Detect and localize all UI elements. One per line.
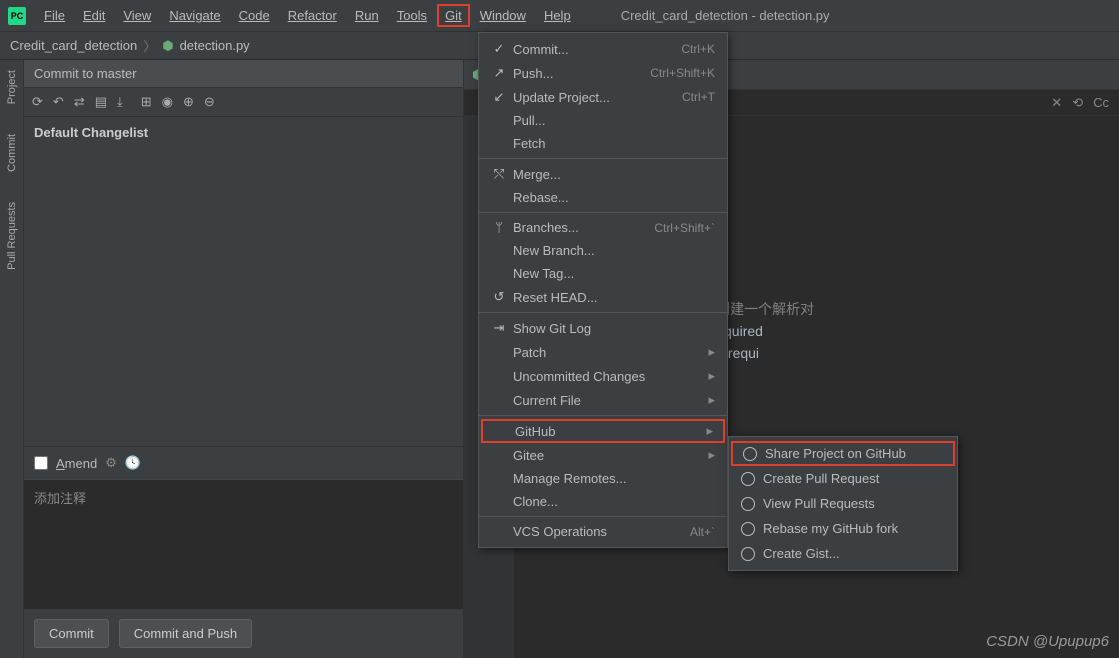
git-menu-pull-[interactable]: Pull... [479, 109, 727, 132]
github-view-pull-requests[interactable]: View Pull Requests [729, 491, 957, 516]
github-icon [743, 447, 757, 461]
github-submenu: Share Project on GitHubCreate Pull Reque… [728, 436, 958, 571]
menu-view[interactable]: View [115, 4, 159, 27]
rollback-icon[interactable]: ↶ [53, 94, 64, 110]
git-menu-gitee[interactable]: Gitee▸ [479, 443, 727, 467]
commit-button[interactable]: Commit [34, 619, 109, 648]
git-menu-reset-head-[interactable]: ↺Reset HEAD... [479, 285, 727, 309]
menu-icon: ⇥ [491, 320, 507, 336]
shelve-icon[interactable]: ⤓ [117, 94, 123, 110]
submenu-arrow-icon: ▸ [708, 392, 715, 408]
amend-checkbox[interactable] [34, 456, 48, 470]
git-menu-new-tag-[interactable]: New Tag... [479, 262, 727, 285]
gear-icon[interactable]: ⚙ [105, 455, 117, 471]
submenu-arrow-icon: ▸ [708, 368, 715, 384]
github-rebase-my-github-fork[interactable]: Rebase my GitHub fork [729, 516, 957, 541]
menu-run[interactable]: Run [347, 4, 387, 27]
git-menu-update-project-[interactable]: ↙Update Project...Ctrl+T [479, 85, 727, 109]
git-menu-clone-[interactable]: Clone... [479, 490, 727, 513]
expand-icon[interactable]: ⊕ [183, 94, 194, 110]
git-menu-new-branch-[interactable]: New Branch... [479, 239, 727, 262]
pycharm-logo-icon: PC [8, 7, 26, 25]
github-create-pull-request[interactable]: Create Pull Request [729, 466, 957, 491]
commit-toolbar: ⟳ ↶ ⇄ ▤ ⤓ ⊞ ◉ ⊕ ⊖ [24, 88, 463, 117]
history-icon[interactable]: 🕓 [125, 455, 141, 471]
github-icon [741, 497, 755, 511]
github-icon [741, 472, 755, 486]
watermark: CSDN @Upupup6 [986, 633, 1109, 650]
git-menu-branches-[interactable]: ᛘBranches...Ctrl+Shift+` [479, 216, 727, 239]
git-menu-fetch[interactable]: Fetch [479, 132, 727, 155]
diff-icon[interactable]: ⇄ [74, 94, 85, 110]
tool-commit[interactable]: Commit [6, 134, 18, 172]
match-case-button[interactable]: Cc [1093, 95, 1109, 110]
submenu-arrow-icon: ▸ [708, 447, 715, 463]
submenu-arrow-icon: ▸ [708, 344, 715, 360]
menu-window[interactable]: Window [472, 4, 534, 27]
menu-icon: ✓ [491, 41, 507, 57]
git-menu-dropdown: ✓Commit...Ctrl+K↗Push...Ctrl+Shift+K↙Upd… [478, 32, 728, 548]
menu-icon: ⤲ [491, 166, 507, 182]
git-menu-patch[interactable]: Patch▸ [479, 340, 727, 364]
commit-message-input[interactable]: 添加注释 [24, 479, 463, 609]
git-menu-show-git-log[interactable]: ⇥Show Git Log [479, 316, 727, 340]
breadcrumb-separator-icon: 〉 [143, 36, 156, 55]
commit-and-push-button[interactable]: Commit and Push [119, 619, 252, 648]
menu-code[interactable]: Code [231, 4, 278, 27]
github-create-gist-[interactable]: Create Gist... [729, 541, 957, 566]
menu-help[interactable]: Help [536, 4, 579, 27]
menu-git[interactable]: Git [437, 4, 470, 27]
menu-icon: ᛘ [491, 220, 507, 235]
git-menu-commit-[interactable]: ✓Commit...Ctrl+K [479, 37, 727, 61]
commit-panel: Commit to master ⟳ ↶ ⇄ ▤ ⤓ ⊞ ◉ ⊕ ⊖ Defau… [24, 60, 464, 658]
menu-tools[interactable]: Tools [389, 4, 435, 27]
git-menu-github[interactable]: GitHub▸ [481, 419, 725, 443]
tool-project[interactable]: Project [6, 70, 18, 104]
top-menu-bar: PC File Edit View Navigate Code Refactor… [0, 0, 1119, 32]
amend-row: AAmendmend ⚙ 🕓 [24, 446, 463, 479]
view-icon[interactable]: ◉ [162, 94, 173, 110]
menu-icon: ↙ [491, 89, 507, 105]
git-menu-merge-[interactable]: ⤲Merge... [479, 162, 727, 186]
git-menu-push-[interactable]: ↗Push...Ctrl+Shift+K [479, 61, 727, 85]
submenu-arrow-icon: ▸ [706, 423, 713, 439]
menu-edit[interactable]: Edit [75, 4, 113, 27]
github-share-project-on-github[interactable]: Share Project on GitHub [731, 441, 955, 466]
close-icon[interactable]: ✕ [1051, 95, 1062, 111]
git-menu-uncommitted-changes[interactable]: Uncommitted Changes▸ [479, 364, 727, 388]
github-icon [741, 522, 755, 536]
menu-file[interactable]: File [36, 4, 73, 27]
menu-refactor[interactable]: Refactor [280, 4, 345, 27]
amend-label: AAmendmend [56, 456, 97, 471]
group-icon[interactable]: ⊞ [141, 94, 152, 110]
tool-pull-requests[interactable]: Pull Requests [6, 202, 18, 270]
git-menu-rebase-[interactable]: Rebase... [479, 186, 727, 209]
breadcrumb-file[interactable]: detection.py [180, 38, 250, 53]
menu-icon: ↗ [491, 65, 507, 81]
refresh-icon[interactable]: ⟳ [32, 94, 43, 110]
git-menu-vcs-operations[interactable]: VCS OperationsAlt+` [479, 520, 727, 543]
git-menu-current-file[interactable]: Current File▸ [479, 388, 727, 412]
collapse-icon[interactable]: ⊖ [204, 94, 215, 110]
python-file-icon: ⬢ [162, 38, 173, 54]
default-changelist[interactable]: Default Changelist [24, 117, 463, 446]
breadcrumb-project[interactable]: Credit_card_detection [10, 38, 137, 53]
menu-icon: ↺ [491, 289, 507, 305]
menu-navigate[interactable]: Navigate [161, 4, 228, 27]
window-title: Credit_card_detection - detection.py [621, 8, 830, 23]
github-icon [741, 547, 755, 561]
git-menu-manage-remotes-[interactable]: Manage Remotes... [479, 467, 727, 490]
reload-icon[interactable]: ⟲ [1072, 95, 1083, 111]
changelist-icon[interactable]: ▤ [95, 94, 107, 110]
commit-panel-title: Commit to master [24, 60, 463, 88]
left-tool-stripe: Project Commit Pull Requests [0, 60, 24, 658]
